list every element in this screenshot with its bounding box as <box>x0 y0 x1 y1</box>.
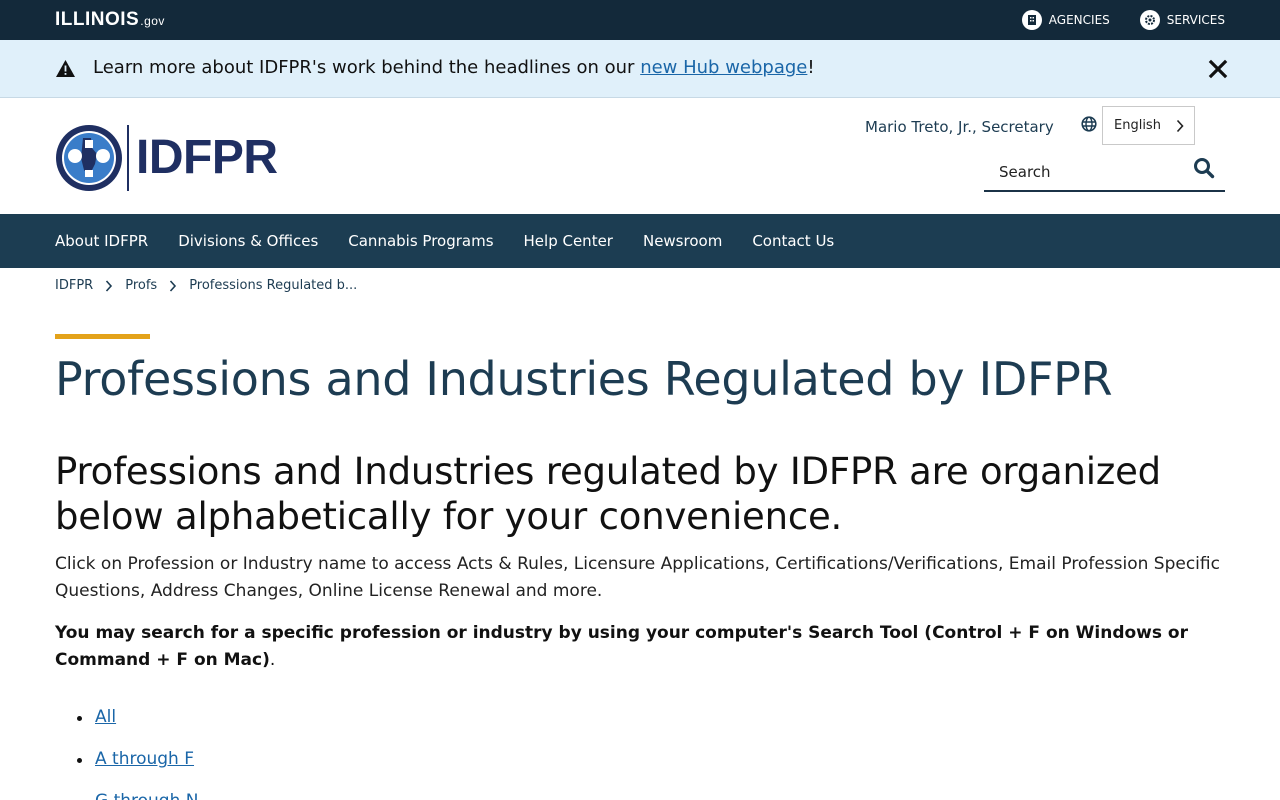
list-item: G through N <box>75 788 199 800</box>
title-accent-bar <box>55 334 150 339</box>
idfpr-seal-logo[interactable] <box>55 124 123 196</box>
site-header: IDFPR Mario Treto, Jr., Secretary Englis… <box>0 98 1280 214</box>
language-select[interactable]: English <box>1102 106 1195 145</box>
main-navigation: About IDFPR Divisions & Offices Cannabis… <box>0 214 1280 268</box>
intro-paragraph: Click on Profession or Industry name to … <box>55 554 1220 601</box>
section-heading: Professions and Industries regulated by … <box>55 450 1161 538</box>
services-label: SERVICES <box>1166 13 1225 27</box>
nav-item-newsroom[interactable]: Newsroom <box>643 232 722 250</box>
page-title: Professions and Industries Regulated by … <box>55 352 1113 406</box>
hub-webpage-link[interactable]: new Hub webpage <box>640 57 807 78</box>
breadcrumb-profs[interactable]: Profs <box>125 278 157 293</box>
agencies-link[interactable]: AGENCIES <box>1021 10 1110 30</box>
nav-item-about[interactable]: About IDFPR <box>55 232 148 250</box>
secretary-name: Mario Treto, Jr., Secretary <box>865 118 1054 136</box>
nav-item-contact[interactable]: Contact Us <box>752 232 834 250</box>
services-link[interactable]: SERVICES <box>1139 10 1225 30</box>
building-icon <box>1021 10 1042 30</box>
gear-icon <box>1139 10 1160 30</box>
chevron-right-icon <box>169 279 177 292</box>
state-top-bar: ILLINOIS.gov AGENCIES SERVICES <box>0 0 1280 40</box>
language-value: English <box>1114 118 1161 133</box>
breadcrumb: IDFPR Profs Professions Regulated b... <box>55 278 357 293</box>
close-icon[interactable] <box>1208 59 1228 79</box>
globe-icon <box>1081 116 1097 136</box>
idfpr-logo-text[interactable]: IDFPR <box>136 130 278 186</box>
list-item: A through F <box>75 746 199 788</box>
illinois-gov-logo[interactable]: ILLINOIS.gov <box>55 9 165 31</box>
chevron-right-icon <box>1176 119 1184 137</box>
illinois-logo-text: ILLINOIS <box>55 9 140 30</box>
search-tip-bold: You may search for a specific profession… <box>55 623 1188 670</box>
search-input[interactable] <box>999 158 1189 186</box>
link-g-through-n[interactable]: G through N <box>95 791 199 800</box>
nav-item-help-center[interactable]: Help Center <box>524 232 613 250</box>
search-icon[interactable] <box>1193 157 1217 181</box>
list-item: All <box>75 704 199 746</box>
alert-text: Learn more about IDFPR's work behind the… <box>93 57 641 78</box>
link-a-through-f[interactable]: A through F <box>95 749 194 769</box>
warning-icon <box>55 59 76 82</box>
nav-item-divisions[interactable]: Divisions & Offices <box>178 232 318 250</box>
alphabet-link-list: All A through F G through N <box>75 704 199 800</box>
alert-banner: Learn more about IDFPR's work behind the… <box>0 40 1280 98</box>
link-all[interactable]: All <box>95 707 116 727</box>
alert-text-end: ! <box>807 57 815 78</box>
chevron-right-icon <box>105 279 113 292</box>
breadcrumb-idfpr[interactable]: IDFPR <box>55 278 93 293</box>
search-tip: You may search for a specific profession… <box>55 620 1225 674</box>
breadcrumb-current: Professions Regulated b... <box>189 278 358 293</box>
nav-item-cannabis[interactable]: Cannabis Programs <box>348 232 493 250</box>
state-top-nav: AGENCIES SERVICES <box>1021 0 1225 40</box>
logo-divider <box>127 125 129 191</box>
search-tip-end: . <box>269 650 276 670</box>
search-form <box>984 154 1225 192</box>
alert-message: Learn more about IDFPR's work behind the… <box>93 57 815 78</box>
illinois-logo-suffix: .gov <box>140 14 165 28</box>
agencies-label: AGENCIES <box>1048 13 1110 27</box>
